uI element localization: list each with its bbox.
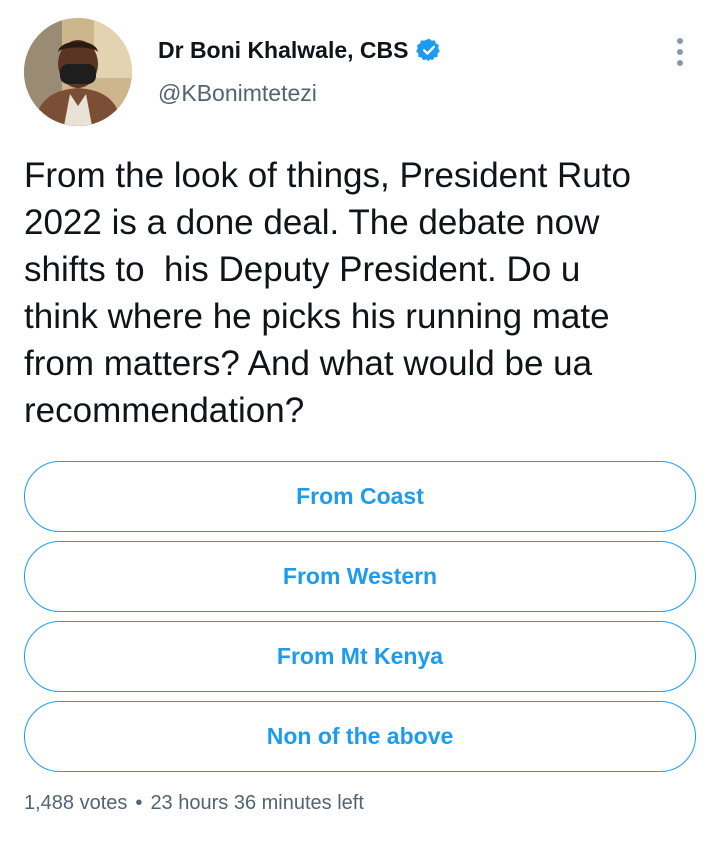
avatar[interactable] bbox=[24, 18, 132, 126]
more-dot bbox=[677, 38, 683, 44]
poll-meta: 1,488 votes • 23 hours 36 minutes left bbox=[24, 792, 364, 815]
poll-option-western[interactable]: From Western bbox=[24, 541, 696, 612]
author-name-row: Dr Boni Khalwale, CBS bbox=[158, 34, 442, 66]
poll-option-none[interactable]: Non of the above bbox=[24, 701, 696, 772]
verified-badge-icon bbox=[416, 38, 441, 62]
poll-option-coast[interactable]: From Coast bbox=[24, 461, 696, 532]
poll-option-mt-kenya[interactable]: From Mt Kenya bbox=[24, 621, 696, 692]
poll-time-left: 23 hours 36 minutes left bbox=[150, 792, 364, 814]
poll: From Coast From Western From Mt Kenya No… bbox=[24, 461, 696, 781]
more-dot bbox=[677, 49, 683, 55]
tweet-text: From the look of things, President Ruto … bbox=[24, 156, 631, 430]
poll-vote-count: 1,488 votes bbox=[24, 792, 128, 814]
more-dot bbox=[677, 60, 683, 66]
more-options-icon[interactable] bbox=[666, 34, 694, 70]
avatar-image bbox=[24, 18, 132, 126]
author-handle[interactable]: @KBonimtetezi bbox=[158, 80, 317, 107]
author-display-name[interactable]: Dr Boni Khalwale, CBS bbox=[158, 37, 408, 64]
poll-meta-separator: • bbox=[135, 792, 143, 814]
